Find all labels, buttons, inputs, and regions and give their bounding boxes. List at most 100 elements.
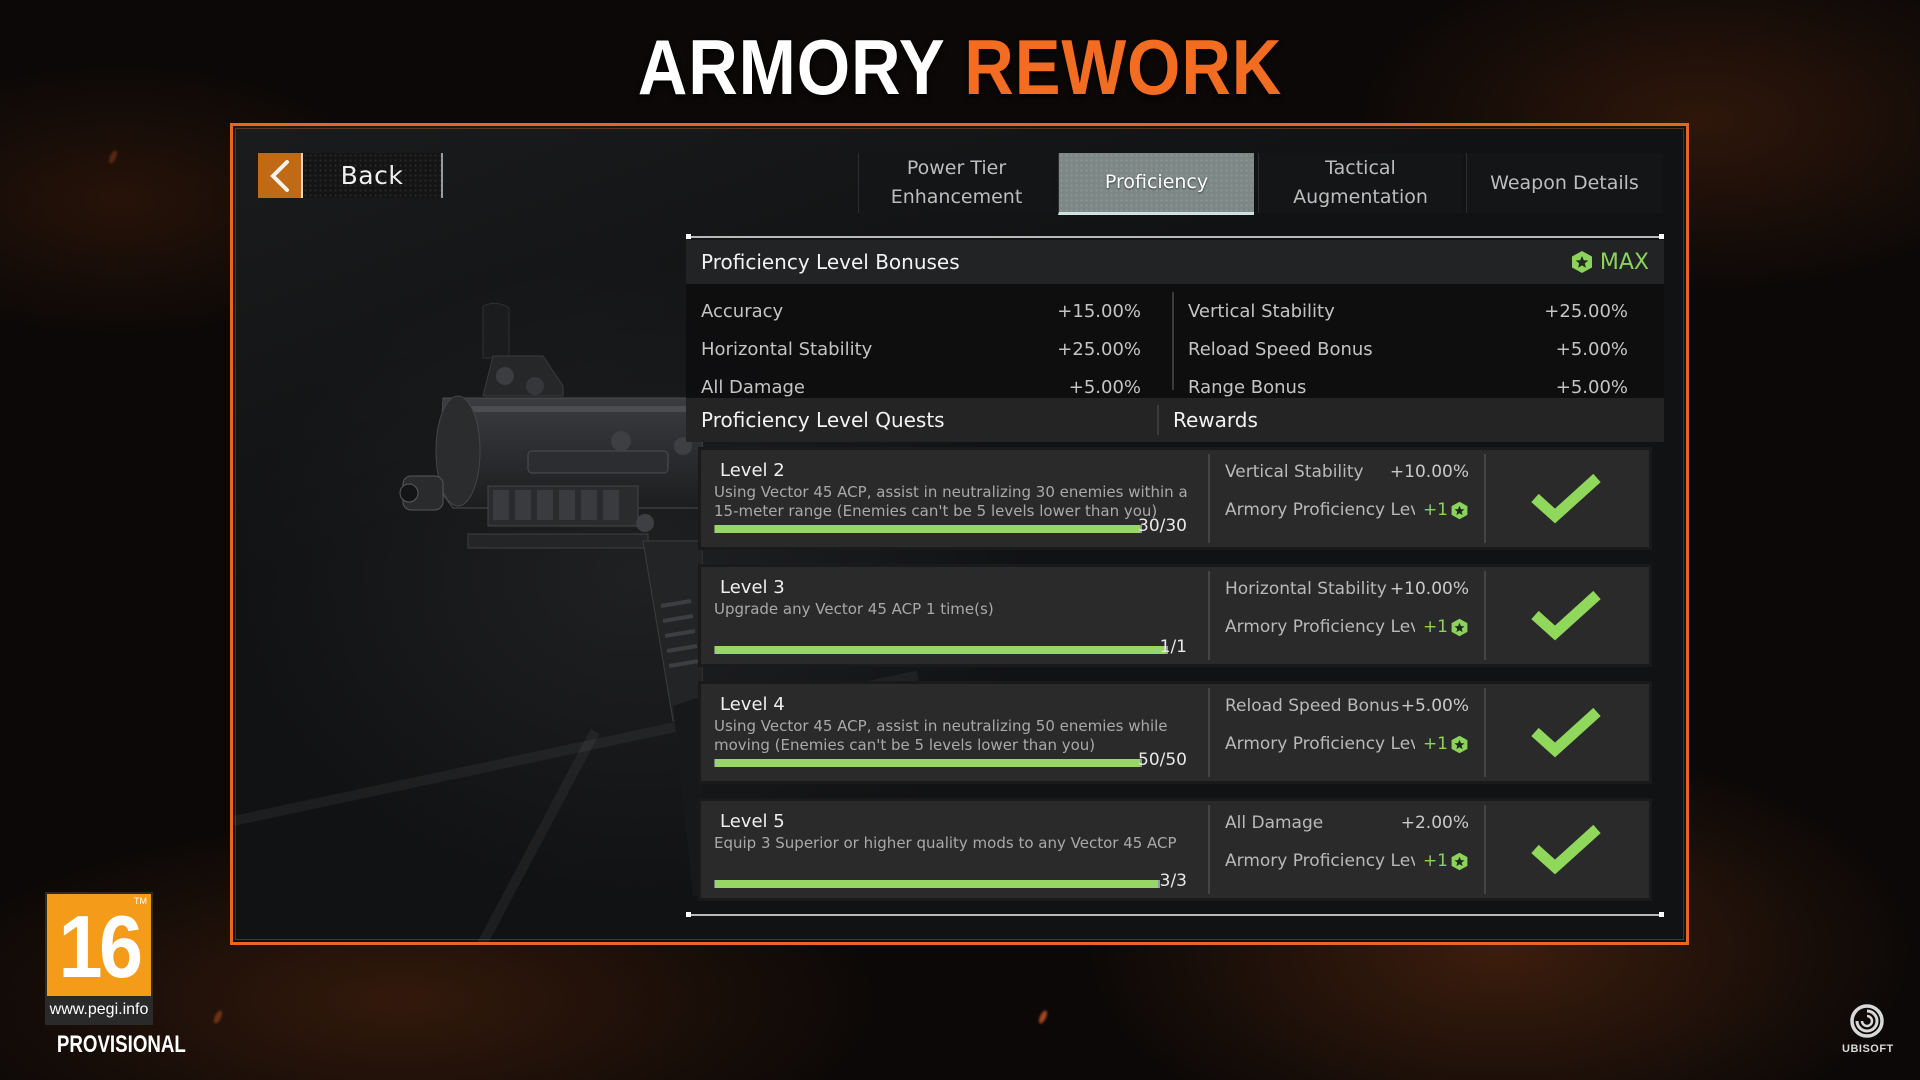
bonuses-right-column: Vertical Stability +25.00% Reload Speed … <box>1188 292 1628 406</box>
column-divider <box>1208 454 1210 543</box>
proficiency-star-icon <box>1451 618 1468 636</box>
quest-progress-count: 30/30 <box>1138 516 1187 536</box>
pegi-age: 16 <box>58 897 144 996</box>
quest-progress-fill <box>715 759 1140 767</box>
pegi-badge: 16 TM www.pegi.info <box>45 892 153 1025</box>
reward-name: Horizontal Stability <box>1225 579 1387 599</box>
weapon-image <box>399 302 703 896</box>
quest-card[interactable]: Level 2 Using Vector 45 ACP, assist in ne… <box>701 450 1649 547</box>
column-divider <box>1172 292 1174 390</box>
bonus-name: Horizontal Stability <box>701 338 873 360</box>
bonuses-header: Proficiency Level Bonuses MAX <box>686 240 1664 284</box>
reward-amount: +1 <box>1422 851 1448 871</box>
quest-progress-count: 3/3 <box>1159 871 1187 891</box>
quest-progress-count: 1/1 <box>1159 637 1187 657</box>
reward-name: Armory Proficiency Level <box>1225 617 1415 637</box>
tab-label-line2: Enhancement <box>890 186 1023 208</box>
reward-value: +1 <box>1423 851 1469 871</box>
reward-name: Armory Proficiency Level <box>1225 500 1415 520</box>
tab-label: Tactical Augmentation <box>1293 157 1428 208</box>
tab-proficiency[interactable]: Proficiency <box>1058 153 1254 215</box>
checkmark-icon <box>1531 824 1601 875</box>
rewards-title: Rewards <box>1173 408 1258 432</box>
reward-value: +10.00% <box>1389 579 1469 599</box>
quest-description: Using Vector 45 ACP, assist in neutraliz… <box>714 483 1188 520</box>
publisher-name: UBISOFT <box>1842 1043 1894 1055</box>
tab-tactical-augmentation[interactable]: Tactical Augmentation <box>1258 153 1462 213</box>
quest-level: Level 4 <box>720 694 785 715</box>
pegi-trademark: TM <box>134 896 147 906</box>
reward-row: All Damage +2.00% <box>1225 813 1469 833</box>
bonus-name: All Damage <box>701 376 805 398</box>
reward-name: Armory Proficiency Level <box>1225 851 1415 871</box>
bonus-value: +5.00% <box>1068 376 1141 398</box>
bonus-value: +5.00% <box>1555 376 1628 398</box>
reward-amount: +1 <box>1422 500 1448 520</box>
quest-progress-bar <box>714 880 1160 888</box>
panel-top-rule <box>686 234 1664 239</box>
proficiency-panel: Proficiency Level Bonuses MAX Accuracy +… <box>686 234 1664 917</box>
quest-card[interactable]: Level 5 Equip 3 Superior or higher qualit… <box>701 801 1649 898</box>
publisher-logo: UBISOFT <box>1842 1003 1894 1055</box>
quest-description: Upgrade any Vector 45 ACP 1 time(s) <box>714 600 994 618</box>
bonus-value: +25.00% <box>1057 338 1141 360</box>
quest-progress-bar <box>714 525 1142 533</box>
armory-window: Back Power Tier Enhancement Proficiency … <box>230 123 1689 945</box>
quests-header: Proficiency Level Quests Rewards <box>686 398 1664 442</box>
back-button[interactable]: Back <box>258 153 443 198</box>
bonus-row: Reload Speed Bonus +5.00% <box>1188 330 1628 368</box>
pegi-provisional-label: PROVISIONAL <box>56 1031 186 1058</box>
quest-card[interactable]: Level 4 Using Vector 45 ACP, assist in ne… <box>701 684 1649 781</box>
quest-description: Equip 3 Superior or higher quality mods … <box>714 834 1177 852</box>
bonus-row: Vertical Stability +25.00% <box>1188 292 1628 330</box>
bonus-value: +5.00% <box>1555 338 1628 360</box>
reward-row: Horizontal Stability +10.00% <box>1225 579 1469 599</box>
tab-label-line1: Power Tier <box>906 157 1007 179</box>
reward-row: Vertical Stability +10.00% <box>1225 462 1469 482</box>
max-badge: MAX <box>1570 250 1649 275</box>
checkmark-icon <box>1531 707 1601 758</box>
column-divider <box>1208 571 1210 660</box>
reward-value: +1 <box>1423 617 1469 637</box>
quest-level: Level 5 <box>720 811 785 832</box>
bonus-name: Reload Speed Bonus <box>1188 338 1373 360</box>
reward-row: Armory Proficiency Level +1 <box>1225 617 1469 637</box>
reward-name: All Damage <box>1225 813 1324 833</box>
pegi-rating: 16 TM www.pegi.info PROVISIONAL <box>45 892 186 1059</box>
bonus-row: Horizontal Stability +25.00% <box>701 330 1141 368</box>
quest-progress-fill <box>715 525 1140 533</box>
tab-bar: Power Tier Enhancement Proficiency Tacti… <box>858 153 1662 217</box>
reward-name: Armory Proficiency Level <box>1225 734 1415 754</box>
bonuses-list: Accuracy +15.00% Horizontal Stability +2… <box>686 284 1664 398</box>
quest-progress-bar <box>714 759 1142 767</box>
column-divider <box>1484 571 1486 660</box>
reward-row: Armory Proficiency Level +1 <box>1225 500 1469 520</box>
reward-name: Vertical Stability <box>1225 462 1364 482</box>
reward-value: +1 <box>1423 734 1469 754</box>
reward-value: +10.00% <box>1389 462 1469 482</box>
bonus-name: Vertical Stability <box>1188 300 1335 322</box>
tab-weapon-details[interactable]: Weapon Details <box>1466 153 1662 213</box>
chevron-left-icon <box>258 153 303 198</box>
max-label: MAX <box>1599 249 1649 275</box>
reward-value: +1 <box>1423 500 1469 520</box>
bonus-name: Range Bonus <box>1188 376 1307 398</box>
column-divider <box>1484 805 1486 894</box>
quest-level: Level 3 <box>720 577 785 598</box>
tab-power-tier-enhancement[interactable]: Power Tier Enhancement <box>858 153 1054 213</box>
reward-amount: +1 <box>1422 734 1448 754</box>
proficiency-star-icon <box>1451 852 1468 870</box>
proficiency-star-icon <box>1451 501 1468 519</box>
reward-row: Armory Proficiency Level +1 <box>1225 851 1469 871</box>
bonus-value: +15.00% <box>1057 300 1141 322</box>
tab-label: Weapon Details <box>1490 171 1639 194</box>
quest-progress-fill <box>715 646 1166 654</box>
reward-row: Armory Proficiency Level +1 <box>1225 734 1469 754</box>
quests-title: Proficiency Level Quests <box>686 405 1159 435</box>
quest-progress-bar <box>714 646 1168 654</box>
quest-progress-count: 50/50 <box>1138 750 1187 770</box>
headline-part2: REWORK <box>964 23 1283 111</box>
column-divider <box>1208 805 1210 894</box>
bonus-row: Accuracy +15.00% <box>701 292 1141 330</box>
quest-card[interactable]: Level 3 Upgrade any Vector 45 ACP 1 time(… <box>701 567 1649 664</box>
